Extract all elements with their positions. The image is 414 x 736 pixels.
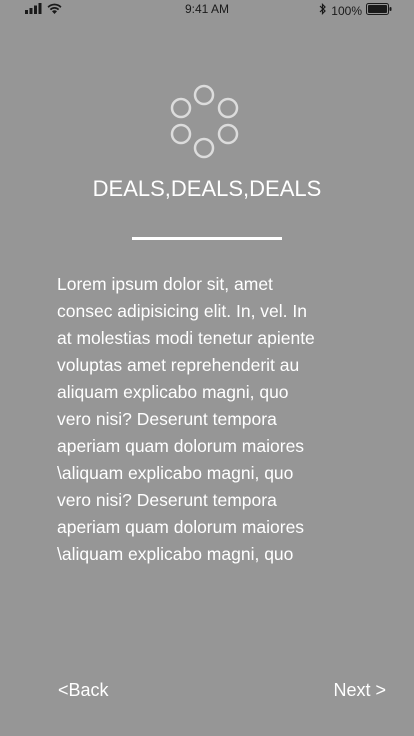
title-divider xyxy=(132,237,282,240)
battery-percentage: 100% xyxy=(331,3,362,18)
back-button[interactable]: <Back xyxy=(58,680,109,701)
bluetooth-icon xyxy=(319,3,327,18)
body-text: Lorem ipsum dolor sit, amet consec adipi… xyxy=(57,274,315,564)
loading-spinner-icon xyxy=(167,82,243,162)
status-bar: 9:41 AM 100% xyxy=(0,0,414,20)
battery-icon xyxy=(366,3,392,18)
page-title: DEALS,DEALS,DEALS xyxy=(92,176,322,201)
status-right: 100% xyxy=(319,3,392,18)
next-button[interactable]: Next > xyxy=(333,680,386,701)
